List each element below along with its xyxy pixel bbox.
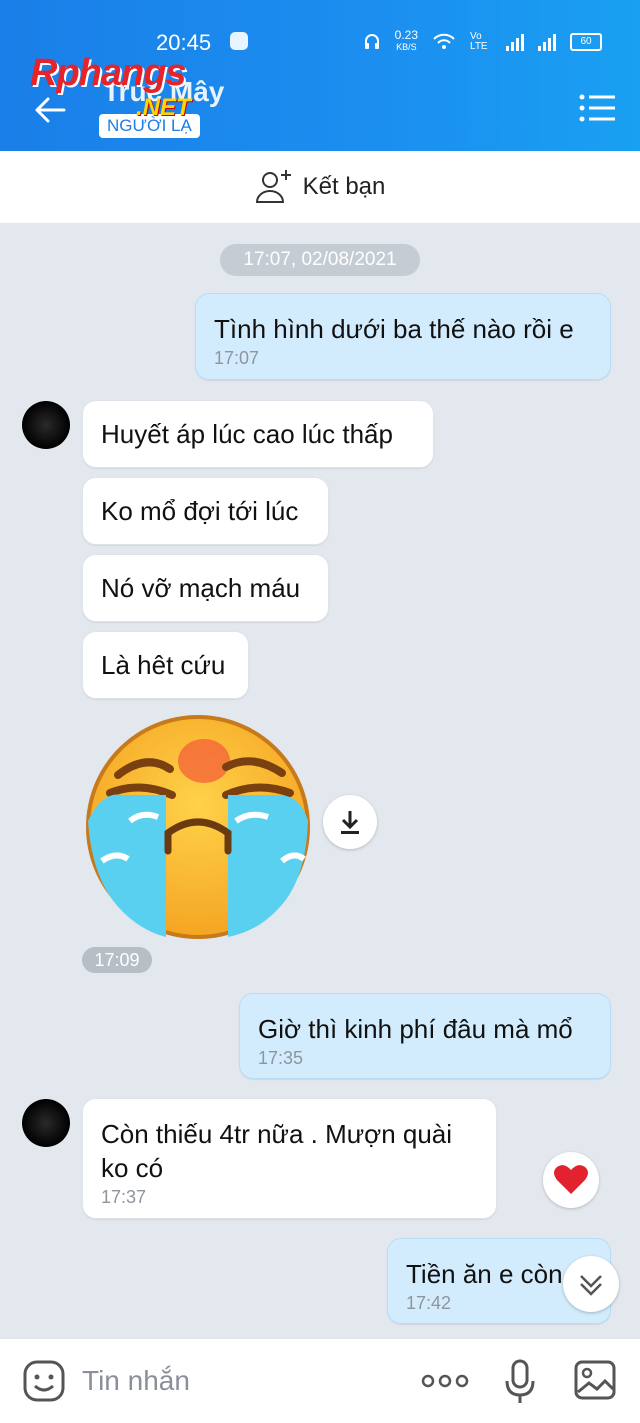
watermark-logo: Rphangs bbox=[30, 52, 187, 94]
message-text: Tình hình dưới ba thế nào rồi e bbox=[214, 314, 574, 344]
speed-unit: KB/S bbox=[396, 42, 417, 52]
headset-icon bbox=[364, 33, 379, 49]
message-bubble[interactable]: Nó vỡ mạch máu bbox=[82, 554, 329, 622]
speed-value: 0.23 bbox=[394, 28, 418, 42]
app-notification-icon bbox=[230, 32, 248, 50]
double-chevron-down-icon bbox=[580, 1275, 602, 1296]
back-arrow-icon[interactable] bbox=[32, 92, 68, 128]
message-composer: Tin nhắn bbox=[0, 1338, 640, 1423]
scroll-to-bottom-button[interactable] bbox=[563, 1256, 619, 1312]
message-text: Nó vỡ mạch máu bbox=[101, 573, 301, 603]
network-speed: 0.23 KB/S bbox=[394, 28, 418, 53]
emoji-icon[interactable] bbox=[22, 1359, 66, 1403]
message-time: 17:37 bbox=[101, 1187, 147, 1207]
message-list[interactable]: 17:07, 02/08/2021 Tình hình dưới ba thế … bbox=[0, 223, 640, 1338]
message-bubble[interactable]: Còn thiếu 4tr nữa . Mượn quài ko có 17:3… bbox=[82, 1098, 497, 1219]
message-bubble[interactable]: Tình hình dưới ba thế nào rồi e 17:07 bbox=[195, 293, 611, 380]
message-bubble[interactable]: Huyết áp lúc cao lúc thấp bbox=[82, 400, 434, 468]
message-text: Là hêt cứu bbox=[101, 650, 226, 680]
menu-list-icon[interactable] bbox=[578, 92, 616, 124]
avatar[interactable] bbox=[22, 401, 70, 449]
message-text: Huyết áp lúc cao lúc thấp bbox=[101, 419, 393, 449]
add-friend-button[interactable]: Kết bạn bbox=[0, 151, 640, 223]
signal-icon-2 bbox=[538, 33, 556, 51]
download-button[interactable] bbox=[323, 795, 377, 849]
watermark-logo-sub: .NET bbox=[136, 94, 191, 121]
message-input[interactable]: Tin nhắn bbox=[82, 1365, 190, 1397]
message-bubble[interactable]: Giờ thì kinh phí đâu mà mổ 17:35 bbox=[239, 993, 611, 1079]
battery-icon: 60 bbox=[570, 32, 602, 51]
message-text: Giờ thì kinh phí đâu mà mổ bbox=[258, 1014, 573, 1044]
chat-header: 20:45 0.23 KB/S Vo LTE 60 Trúc Mây NGƯỜI … bbox=[0, 0, 640, 151]
crying-face-sticker[interactable] bbox=[82, 711, 314, 943]
sticker-time: 17:09 bbox=[82, 947, 152, 973]
message-text: Ko mổ đợi tới lúc bbox=[101, 496, 299, 526]
message-time: 17:07 bbox=[214, 348, 260, 368]
message-bubble[interactable]: Ko mổ đợi tới lúc bbox=[82, 477, 329, 545]
microphone-icon[interactable] bbox=[503, 1359, 537, 1405]
message-text: Còn thiếu 4tr nữa . Mượn quài ko có bbox=[101, 1119, 453, 1183]
download-icon bbox=[341, 811, 359, 834]
signal-icon bbox=[506, 33, 524, 51]
message-time: 17:35 bbox=[258, 1048, 304, 1068]
message-bubble[interactable]: Là hêt cứu bbox=[82, 631, 249, 699]
image-gallery-icon[interactable] bbox=[573, 1359, 617, 1401]
heart-icon bbox=[554, 1165, 588, 1194]
add-user-icon bbox=[255, 170, 291, 203]
date-separator: 17:07, 02/08/2021 bbox=[220, 244, 420, 276]
wifi-icon bbox=[433, 33, 455, 49]
volte-label: Vo LTE bbox=[470, 30, 488, 52]
more-options-icon[interactable] bbox=[420, 1369, 470, 1393]
reaction-button[interactable] bbox=[543, 1152, 599, 1208]
add-friend-label: Kết bạn bbox=[302, 173, 386, 200]
avatar[interactable] bbox=[22, 1099, 70, 1147]
